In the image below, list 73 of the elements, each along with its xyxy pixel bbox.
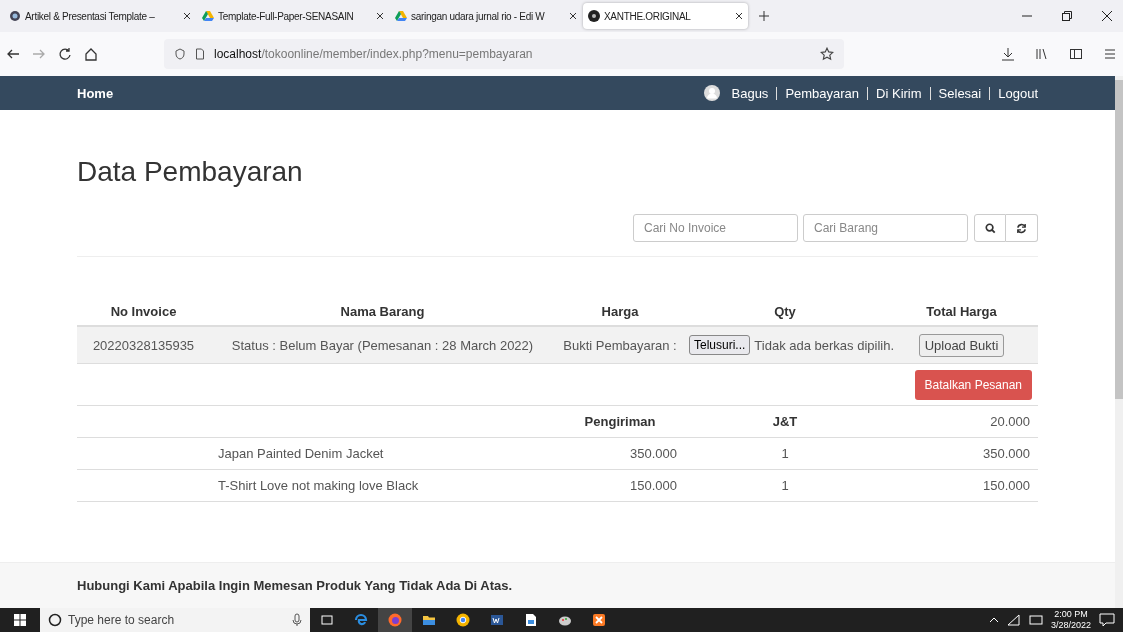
menu-icon[interactable] bbox=[1103, 47, 1117, 61]
column-header: Harga bbox=[600, 303, 640, 319]
browser-tab[interactable]: saringan udara jurnal rio - Edi W bbox=[390, 3, 582, 29]
close-icon[interactable] bbox=[569, 12, 577, 20]
nav-link[interactable]: Logout bbox=[998, 85, 1038, 101]
table-cell-text: 350.000 bbox=[982, 446, 1031, 461]
microphone-icon[interactable] bbox=[292, 613, 302, 627]
item-search-field[interactable]: Cari Barang bbox=[803, 214, 968, 242]
clock-date[interactable]: 3/28/2022 bbox=[1050, 620, 1091, 631]
user-link[interactable]: Bagus bbox=[731, 85, 769, 101]
cancel-order-button[interactable]: Batalkan Pesanan bbox=[914, 370, 1032, 400]
table-cell-text: 150.000 bbox=[629, 478, 678, 493]
clock-time[interactable]: 2:00 PM bbox=[1054, 609, 1088, 620]
browser-tab[interactable]: Template-Full-Paper-SENASAIN bbox=[197, 3, 389, 29]
chevron-up-icon[interactable] bbox=[988, 616, 999, 624]
page-icon bbox=[194, 48, 206, 60]
table-cell-text: 150.000 bbox=[982, 478, 1031, 493]
back-arrow-icon[interactable] bbox=[6, 47, 20, 61]
plus-icon[interactable] bbox=[759, 11, 769, 21]
table-cell-text: Status : Belum Bayar (Pemesanan : 28 March 2022) bbox=[230, 337, 535, 353]
table-cell-text: 20220328135935 bbox=[91, 337, 196, 353]
table-cell-text: T-Shirt Love not making love Black bbox=[217, 478, 420, 493]
upload-button[interactable]: Upload Bukti bbox=[918, 333, 1005, 357]
start-icon[interactable] bbox=[14, 614, 26, 626]
table-cell-text: 20.000 bbox=[989, 414, 1031, 429]
file-status-text: Tidak ada berkas dipilih. bbox=[754, 337, 895, 353]
scrollbar[interactable] bbox=[1115, 76, 1123, 608]
close-icon[interactable] bbox=[183, 12, 191, 20]
home-link[interactable]: Home bbox=[77, 85, 114, 101]
page-title: Data Pembayaran bbox=[77, 156, 304, 188]
shield-icon bbox=[174, 48, 186, 60]
browser-tab[interactable]: Artikel & Presentasi Template – bbox=[4, 3, 196, 29]
notification-icon[interactable] bbox=[1099, 613, 1115, 627]
star-icon[interactable] bbox=[820, 47, 834, 61]
address-field[interactable]: localhost/tokoonline/member/index.php?menu=pembayaran bbox=[164, 39, 844, 69]
table-cell-text: Bukti Pembayaran : bbox=[562, 337, 678, 353]
library-icon[interactable] bbox=[1035, 47, 1049, 61]
restore-icon[interactable] bbox=[1061, 10, 1073, 22]
triangle-icon bbox=[202, 10, 214, 22]
browser-tab[interactable]: XANTHE.ORIGINAL bbox=[583, 3, 748, 29]
globe-icon bbox=[9, 10, 21, 22]
nav-link[interactable]: Selesai bbox=[938, 85, 982, 101]
search-button[interactable] bbox=[974, 214, 1006, 242]
table-cell-text: Japan Painted Denim Jacket bbox=[217, 446, 385, 461]
table-cell-text: 1 bbox=[780, 478, 790, 493]
column-header: No Invoice bbox=[109, 303, 178, 319]
table-cell-text: 1 bbox=[780, 446, 790, 461]
avatar-icon bbox=[703, 85, 720, 101]
table-cell-text: 350.000 bbox=[629, 446, 678, 461]
nav-link[interactable]: Pembayaran bbox=[785, 85, 860, 101]
close-icon[interactable] bbox=[376, 12, 384, 20]
logo-icon bbox=[588, 10, 600, 22]
download-icon[interactable] bbox=[1001, 47, 1015, 61]
refresh-button[interactable] bbox=[1006, 214, 1038, 242]
triangle-icon bbox=[395, 10, 407, 22]
invoice-search-field[interactable]: Cari No Invoice bbox=[633, 214, 798, 242]
footer-text: Hubungi Kami Apabila Ingin Memesan Produk Yang Tidak Ada Di Atas. bbox=[77, 578, 514, 593]
close-icon[interactable] bbox=[1101, 10, 1113, 22]
column-header: Total Harga bbox=[925, 303, 998, 319]
table-cell-text: Pengiriman bbox=[583, 414, 657, 429]
taskbar-search-field[interactable]: Type here to search bbox=[40, 608, 310, 632]
sidebar-icon[interactable] bbox=[1069, 47, 1083, 61]
home-icon[interactable] bbox=[84, 47, 98, 61]
close-icon[interactable] bbox=[735, 12, 743, 20]
reload-icon[interactable] bbox=[58, 47, 72, 61]
nav-link[interactable]: Di Kirim bbox=[876, 85, 922, 101]
table-cell-text: J&T bbox=[771, 414, 799, 429]
search-icon bbox=[984, 222, 996, 234]
browse-button[interactable]: Telusuri... bbox=[689, 335, 751, 355]
column-header: Qty bbox=[773, 303, 797, 319]
refresh-icon bbox=[1016, 222, 1027, 234]
column-header: Nama Barang bbox=[339, 303, 426, 319]
circle-icon bbox=[48, 613, 62, 627]
